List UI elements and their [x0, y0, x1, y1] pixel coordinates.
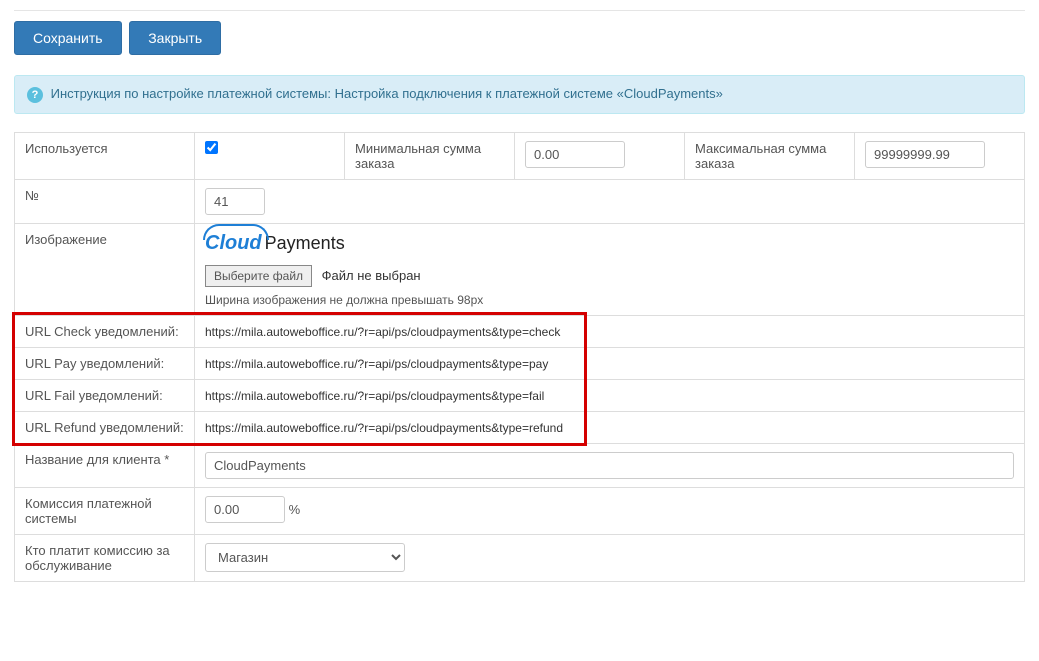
url-pay-label: URL Pay уведомлений: [15, 347, 195, 379]
payer-select[interactable]: Магазин [205, 543, 405, 572]
url-check-label: URL Check уведомлений: [15, 315, 195, 347]
client-name-input[interactable] [205, 452, 1014, 479]
url-pay-value: https://mila.autoweboffice.ru/?r=api/ps/… [205, 357, 548, 371]
payer-label: Кто платит комиссию за обслуживание [15, 534, 195, 581]
logo-payments-text: Payments [265, 233, 345, 253]
used-label: Используется [15, 132, 195, 179]
commission-input[interactable] [205, 496, 285, 523]
commission-label: Комиссия платежной системы [15, 487, 195, 534]
action-bar: Сохранить Закрыть [14, 10, 1025, 55]
number-label: № [15, 179, 195, 223]
choose-file-button[interactable]: Выберите файл [205, 265, 312, 287]
logo-cloud-text: Cloud [205, 232, 262, 255]
image-hint: Ширина изображения не должна превышать 9… [205, 293, 1014, 307]
client-name-label: Название для клиента * [15, 443, 195, 487]
info-banner: ? Инструкция по настройке платежной сист… [14, 75, 1025, 114]
max-order-input[interactable] [865, 141, 985, 168]
payment-logo: CloudPayments [205, 232, 1014, 255]
url-refund-label: URL Refund уведомлений: [15, 411, 195, 443]
url-fail-label: URL Fail уведомлений: [15, 379, 195, 411]
url-check-value: https://mila.autoweboffice.ru/?r=api/ps/… [205, 325, 560, 339]
min-order-input[interactable] [525, 141, 625, 168]
used-checkbox[interactable] [205, 141, 218, 154]
url-refund-value: https://mila.autoweboffice.ru/?r=api/ps/… [205, 421, 563, 435]
info-prefix: Инструкция по настройке платежной систем… [51, 86, 331, 101]
save-button[interactable]: Сохранить [14, 21, 122, 55]
info-link[interactable]: Настройка подключения к платежной систем… [335, 86, 723, 101]
help-icon: ? [27, 87, 43, 103]
file-status: Файл не выбран [322, 268, 421, 283]
image-label: Изображение [15, 223, 195, 315]
settings-table: Используется Минимальная сумма заказа Ма… [14, 132, 1025, 582]
form-wrapper: Используется Минимальная сумма заказа Ма… [14, 132, 1025, 582]
max-order-label: Максимальная сумма заказа [685, 132, 855, 179]
min-order-label: Минимальная сумма заказа [345, 132, 515, 179]
commission-suffix: % [289, 502, 301, 517]
url-fail-value: https://mila.autoweboffice.ru/?r=api/ps/… [205, 389, 544, 403]
number-input[interactable] [205, 188, 265, 215]
close-button[interactable]: Закрыть [129, 21, 221, 55]
